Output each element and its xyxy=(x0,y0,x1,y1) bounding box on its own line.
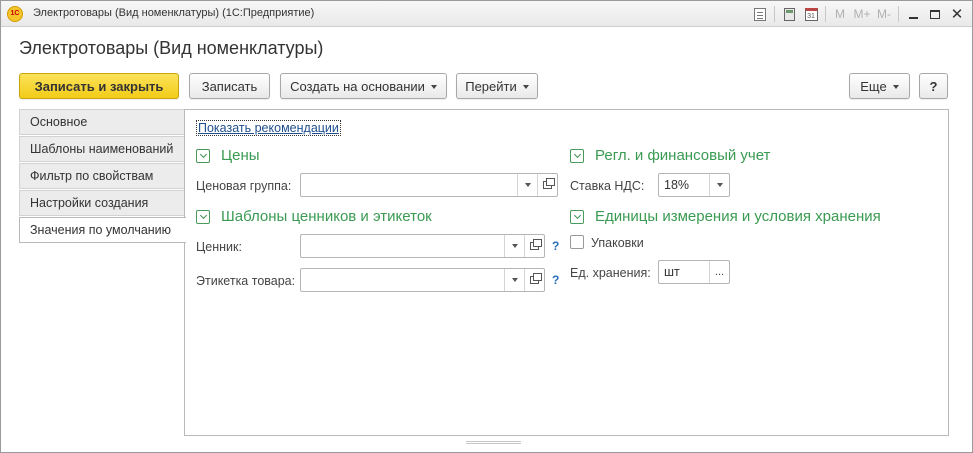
vat-rate-label: Ставка НДС: xyxy=(570,179,645,193)
open-button[interactable] xyxy=(524,235,544,257)
price-group-value[interactable] xyxy=(301,174,517,196)
chevron-down-icon xyxy=(511,244,518,248)
collapse-icon[interactable] xyxy=(196,209,210,224)
price-group-field[interactable] xyxy=(300,173,558,197)
price-tag-field[interactable] xyxy=(300,234,545,258)
memory-minus-button[interactable]: M- xyxy=(873,4,895,24)
ellipsis-icon: ... xyxy=(714,266,725,278)
save-label: Записать xyxy=(201,78,258,94)
price-tag-value[interactable] xyxy=(301,235,504,257)
dropdown-button[interactable] xyxy=(504,269,524,291)
storage-unit-label: Ед. хранения: xyxy=(570,266,651,280)
nav-item-property-filter[interactable]: Фильтр по свойствам xyxy=(19,163,185,189)
maximize-icon[interactable] xyxy=(924,4,946,24)
section-title: Регл. и финансовый учет xyxy=(595,147,771,164)
nav-item-default-values[interactable]: Значения по умолчанию xyxy=(19,217,186,243)
storage-unit-value[interactable]: шт xyxy=(659,261,709,283)
chevron-down-icon xyxy=(892,85,899,89)
nav-item-name-templates[interactable]: Шаблоны наименований xyxy=(19,136,185,162)
create-based-on-label: Создать на основании xyxy=(290,78,425,94)
packages-checkbox[interactable] xyxy=(570,235,584,249)
dropdown-button[interactable] xyxy=(709,174,729,196)
collapse-icon[interactable] xyxy=(570,148,584,163)
chevron-down-icon xyxy=(716,183,723,187)
product-label-value[interactable] xyxy=(301,269,504,291)
content-panel xyxy=(184,109,949,436)
nav-item-creation-settings[interactable]: Настройки создания xyxy=(19,190,185,216)
vat-rate-field[interactable]: 18% xyxy=(658,173,730,197)
open-button[interactable] xyxy=(524,269,544,291)
section-title: Единицы измерения и условия хранения xyxy=(595,208,881,225)
help-label: ? xyxy=(929,78,938,94)
save-button[interactable]: Записать xyxy=(189,73,270,99)
section-units[interactable]: Единицы измерения и условия хранения xyxy=(570,208,881,225)
price-group-label: Ценовая группа: xyxy=(196,179,292,193)
goto-label: Перейти xyxy=(465,78,517,94)
collapse-icon[interactable] xyxy=(570,209,584,224)
collapse-icon[interactable] xyxy=(196,148,210,163)
chevron-down-icon xyxy=(430,85,437,89)
side-navigation: Основное Шаблоны наименований Фильтр по … xyxy=(19,109,186,244)
storage-unit-field[interactable]: шт ... xyxy=(658,260,730,284)
page-title: Электротовары (Вид номенклатуры) xyxy=(19,38,324,58)
product-label-help-icon[interactable]: ? xyxy=(552,273,559,287)
help-button[interactable]: ? xyxy=(919,73,948,99)
minimize-icon[interactable] xyxy=(902,4,924,24)
packages-label[interactable]: Упаковки xyxy=(591,236,644,250)
dropdown-button[interactable] xyxy=(517,174,537,196)
show-recommendations-link[interactable]: Показать рекомендации xyxy=(196,120,341,136)
save-and-close-button[interactable]: Записать и закрыть xyxy=(19,73,179,99)
open-icon xyxy=(543,178,555,189)
section-title: Шаблоны ценников и этикеток xyxy=(221,208,432,225)
open-icon xyxy=(530,273,542,284)
separator xyxy=(774,6,775,22)
nav-item-main[interactable]: Основное xyxy=(19,109,185,135)
separator xyxy=(825,6,826,22)
section-prices[interactable]: Цены xyxy=(196,147,260,164)
separator xyxy=(898,6,899,22)
section-labels[interactable]: Шаблоны ценников и этикеток xyxy=(196,208,432,225)
more-label: Еще xyxy=(860,78,887,94)
price-tag-label: Ценник: xyxy=(196,240,242,254)
section-accounting[interactable]: Регл. и финансовый учет xyxy=(570,147,770,164)
save-and-close-label: Записать и закрыть xyxy=(34,78,164,94)
memory-m-button[interactable]: M xyxy=(829,4,851,24)
dropdown-button[interactable] xyxy=(504,235,524,257)
open-icon xyxy=(530,239,542,250)
app-window: 1С Электротовары (Вид номенклатуры) (1С:… xyxy=(0,0,973,453)
chevron-down-icon xyxy=(522,85,529,89)
title-bar: 1С Электротовары (Вид номенклатуры) (1С:… xyxy=(1,1,972,27)
close-icon[interactable]: ✕ xyxy=(946,4,968,24)
calculator-icon[interactable] xyxy=(778,4,800,24)
product-label-label: Этикетка товара: xyxy=(196,274,296,288)
calendar-icon[interactable]: 31 xyxy=(800,4,822,24)
price-tag-help-icon[interactable]: ? xyxy=(552,239,559,253)
chevron-down-icon xyxy=(524,183,531,187)
chevron-down-icon xyxy=(511,278,518,282)
resize-grip[interactable] xyxy=(466,441,521,444)
app-logo: 1С xyxy=(7,6,23,22)
window-title: Электротовары (Вид номенклатуры) (1С:Пре… xyxy=(33,7,315,19)
open-button[interactable] xyxy=(537,174,557,196)
product-label-field[interactable] xyxy=(300,268,545,292)
create-based-on-button[interactable]: Создать на основании xyxy=(280,73,447,99)
title-bar-controls: 31 M M+ M- ✕ xyxy=(749,4,968,24)
document-icon[interactable] xyxy=(749,4,771,24)
goto-button[interactable]: Перейти xyxy=(456,73,538,99)
choose-button[interactable]: ... xyxy=(709,261,729,283)
more-button[interactable]: Еще xyxy=(849,73,910,99)
memory-plus-button[interactable]: M+ xyxy=(851,4,873,24)
section-title: Цены xyxy=(221,147,260,164)
vat-rate-value[interactable]: 18% xyxy=(659,174,709,196)
